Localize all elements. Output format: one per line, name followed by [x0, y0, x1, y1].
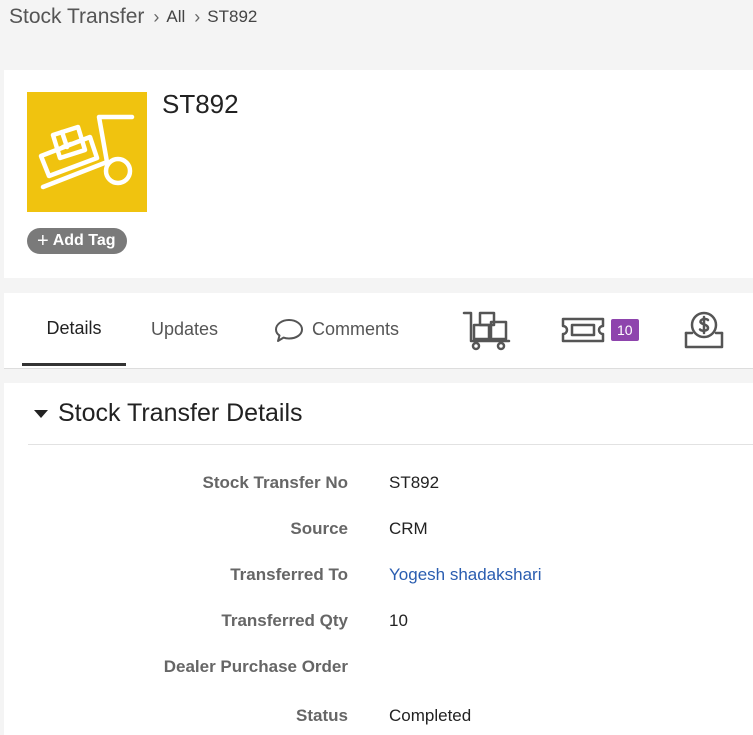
tab-comments-label: Comments	[312, 319, 400, 339]
tickets-count-badge: 10	[611, 318, 639, 341]
tab-details[interactable]: Details	[22, 293, 126, 366]
field-value: 10	[389, 611, 408, 630]
warehouse-trolley-icon	[27, 92, 147, 212]
tab-updates-label: Updates	[151, 319, 219, 339]
field-row: Transferred To Yogesh shadakshari	[4, 565, 753, 589]
add-tag-button[interactable]: + Add Tag	[27, 228, 127, 254]
field-label: Dealer Purchase Order	[163, 657, 348, 676]
transferred-to-link[interactable]: Yogesh shadakshari	[389, 565, 542, 585]
field-row: Status Completed	[4, 706, 753, 730]
field-label: Status	[296, 706, 348, 725]
field-row: Transferred Qty 10	[4, 611, 753, 635]
plus-icon: +	[37, 230, 49, 252]
tab-payments[interactable]	[684, 293, 724, 366]
field-value: Completed	[389, 706, 472, 725]
field-row: Source CRM	[4, 519, 753, 543]
breadcrumb-separator-icon: ›	[194, 6, 201, 27]
tab-tickets[interactable]: 10	[560, 293, 639, 366]
field-label: Transferred Qty	[221, 611, 348, 630]
field-label: Stock Transfer No	[202, 473, 349, 492]
details-panel: Stock Transfer Details Stock Transfer No…	[4, 383, 753, 735]
tab-updates[interactable]: Updates	[151, 293, 218, 366]
caret-down-icon	[34, 409, 48, 418]
ticket-icon	[561, 317, 605, 342]
record-tabs: Details Updates Comments 10	[4, 293, 753, 369]
speech-bubble-icon	[275, 318, 303, 342]
breadcrumb-separator-icon: ›	[153, 6, 160, 27]
tab-details-label: Details	[46, 317, 102, 338]
breadcrumb: Stock Transfer › All › ST892	[9, 4, 257, 30]
breadcrumb-module[interactable]: Stock Transfer	[9, 5, 144, 29]
field-label: Source	[290, 519, 348, 538]
money-tray-icon	[684, 311, 724, 348]
breadcrumb-all-link[interactable]: All	[166, 7, 185, 27]
section-header[interactable]: Stock Transfer Details	[28, 383, 753, 445]
field-value: CRM	[389, 519, 428, 538]
field-row: Stock Transfer No ST892	[4, 473, 753, 497]
breadcrumb-current: ST892	[207, 7, 258, 26]
trolley-boxes-icon	[462, 311, 511, 350]
tab-comments[interactable]: Comments	[274, 293, 399, 366]
section-title: Stock Transfer Details	[58, 399, 303, 427]
record-header: ST892 + Add Tag	[4, 70, 753, 278]
record-title: ST892	[162, 89, 239, 119]
field-label: Transferred To	[230, 565, 348, 584]
field-value: ST892	[389, 473, 440, 492]
tab-trolley-boxes[interactable]	[461, 293, 513, 366]
add-tag-label: Add Tag	[52, 232, 116, 249]
field-row: Dealer Purchase Order	[4, 657, 753, 681]
